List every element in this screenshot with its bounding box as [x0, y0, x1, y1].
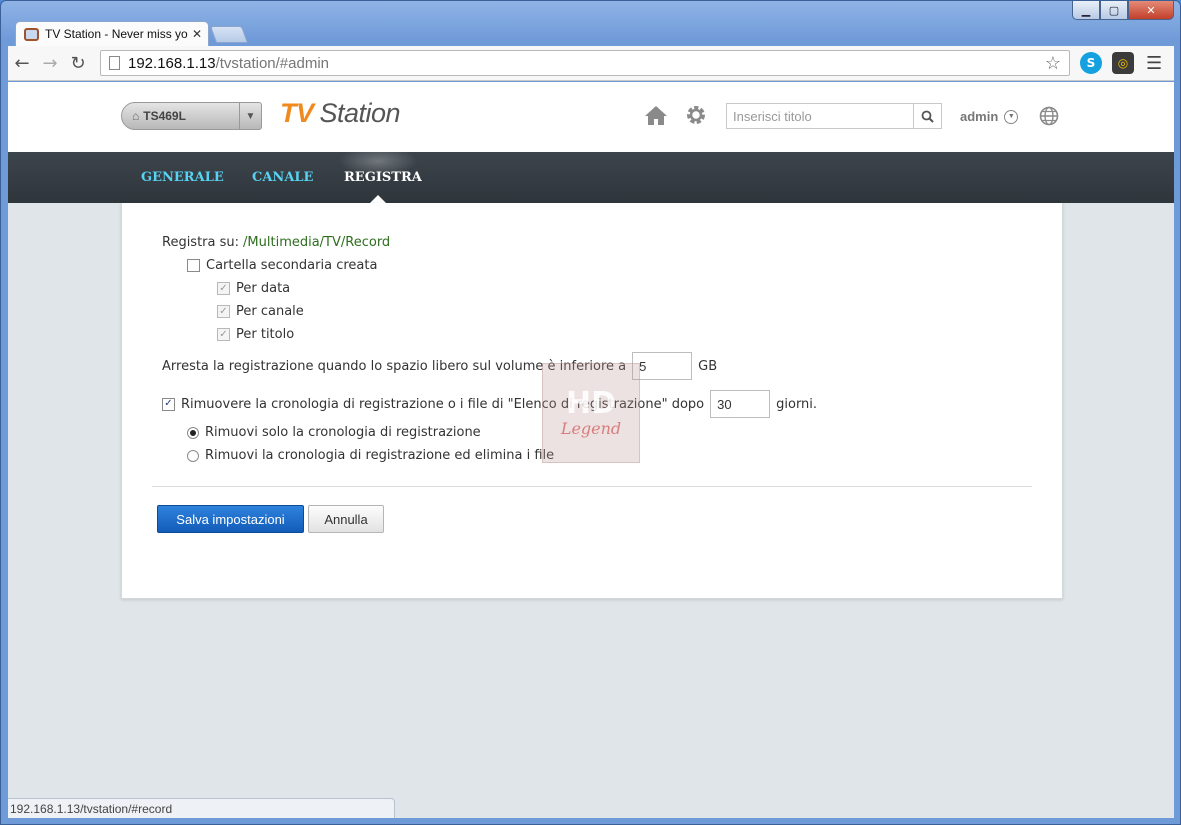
history-and-files-row: Rimuovi la cronologia di registrazione e…	[187, 448, 554, 463]
extension-icon[interactable]: ◎	[1112, 52, 1134, 74]
username: admin	[960, 109, 999, 124]
by-channel-label: Per canale	[236, 304, 304, 319]
remove-history-row: ✓ Rimuovere la cronologia di registrazio…	[162, 390, 817, 418]
by-title-checkbox[interactable]: ✓	[217, 328, 230, 341]
history-only-label: Rimuovi solo la cronologia di registrazi…	[205, 425, 481, 440]
by-title-label: Per titolo	[236, 327, 295, 342]
close-tab-icon[interactable]: ✕	[192, 27, 202, 41]
search-input[interactable]	[727, 104, 913, 128]
nas-home-icon: ⌂	[132, 109, 140, 123]
new-tab-button[interactable]	[209, 26, 249, 43]
cancel-button[interactable]: Annulla	[308, 505, 384, 533]
tab-registra[interactable]: REGISTRA	[344, 170, 422, 185]
subfolder-checkbox[interactable]	[187, 259, 200, 272]
main-nav: GENERALE CANALE REGISTRA	[8, 146, 1174, 203]
logo-tv: TV	[280, 98, 314, 128]
history-only-radio[interactable]	[187, 426, 199, 439]
free-space-unit: GB	[698, 358, 718, 374]
address-bar[interactable]: 192.168.1.13/tvstation/#admin ☆	[100, 50, 1070, 76]
active-tab-caret	[370, 195, 386, 203]
search-button[interactable]	[913, 104, 941, 128]
maximize-button[interactable]: ▢	[1100, 1, 1128, 20]
skype-extension-icon[interactable]: S	[1080, 52, 1102, 74]
tab-generale[interactable]: GENERALE	[141, 170, 224, 185]
search-box	[726, 103, 942, 129]
app-logo: TV Station	[280, 98, 401, 129]
watermark-bottom: Legend	[560, 418, 622, 438]
divider	[152, 486, 1032, 487]
forward-arrow-icon[interactable]: →	[36, 53, 64, 74]
subfolder-label: Cartella secondaria creata	[206, 258, 378, 273]
save-location-row: Registra su: /Multimedia/TV/Record	[162, 235, 390, 250]
watermark-top: HD	[565, 385, 616, 421]
status-bar: 192.168.1.13/tvstation/#record	[8, 798, 395, 818]
free-space-input[interactable]	[632, 352, 693, 380]
minimize-button[interactable]: ▁	[1072, 1, 1100, 20]
search-icon	[921, 110, 934, 123]
url-host: 192.168.1.13	[128, 54, 216, 72]
home-icon[interactable]	[644, 104, 668, 132]
chevron-down-icon: ▼	[239, 103, 261, 129]
back-arrow-icon[interactable]: ←	[8, 53, 36, 74]
page-icon	[109, 56, 120, 70]
history-only-row: Rimuovi solo la cronologia di registrazi…	[187, 425, 481, 440]
app-header: ⌂ TS469L ▼ TVStation admin ▼	[8, 82, 1174, 152]
save-settings-button[interactable]: Salva impostazioni	[157, 505, 304, 533]
save-location-path[interactable]: /Multimedia/TV/Record	[243, 235, 390, 250]
save-location-label: Registra su:	[162, 235, 240, 250]
page-viewport: ⌂ TS469L ▼ TVStation admin ▼	[8, 82, 1174, 818]
gear-icon[interactable]	[685, 104, 707, 132]
menu-icon[interactable]: ☰	[1146, 53, 1162, 74]
by-date-checkbox[interactable]: ✓	[217, 282, 230, 295]
by-date-row: ✓ Per data	[217, 281, 290, 296]
device-name: TS469L	[143, 109, 186, 123]
window-controls: ▁ ▢ ✕	[1072, 1, 1174, 20]
logo-station: Station	[319, 98, 401, 128]
watermark: HD Legend	[542, 363, 640, 463]
chevron-down-icon: ▼	[1004, 109, 1019, 124]
record-settings-panel: Registra su: /Multimedia/TV/Record Carte…	[121, 203, 1063, 599]
tab-canale[interactable]: CANALE	[252, 170, 313, 185]
browser-window: ▁ ▢ ✕ TV Station - Never miss yo ✕ ← → ↻…	[0, 0, 1181, 825]
by-channel-row: ✓ Per canale	[217, 304, 304, 319]
user-menu[interactable]: admin ▼	[960, 109, 1019, 124]
close-window-button[interactable]: ✕	[1128, 1, 1174, 20]
device-selector[interactable]: ⌂ TS469L ▼	[121, 102, 262, 130]
remove-history-checkbox[interactable]: ✓	[162, 397, 175, 411]
bookmark-star-icon[interactable]: ☆	[1045, 53, 1061, 74]
globe-icon[interactable]	[1039, 106, 1059, 132]
reload-icon[interactable]: ↻	[64, 53, 92, 74]
history-and-files-label: Rimuovi la cronologia di registrazione e…	[205, 448, 555, 463]
by-title-row: ✓ Per titolo	[217, 327, 294, 342]
browser-tab[interactable]: TV Station - Never miss yo ✕	[15, 21, 209, 46]
by-date-label: Per data	[236, 281, 291, 296]
remove-days-unit: giorni.	[776, 396, 818, 412]
history-and-files-radio[interactable]	[187, 449, 199, 462]
tv-favicon-icon	[24, 27, 39, 41]
url-path: /tvstation/#admin	[215, 54, 329, 72]
subfolder-row: Cartella secondaria creata	[187, 258, 377, 273]
by-channel-checkbox[interactable]: ✓	[217, 305, 230, 318]
tab-strip: TV Station - Never miss yo ✕	[15, 21, 249, 46]
remove-days-input[interactable]	[710, 390, 771, 418]
tab-title: TV Station - Never miss yo	[45, 27, 188, 41]
browser-toolbar: ← → ↻ 192.168.1.13/tvstation/#admin ☆ S …	[8, 46, 1174, 81]
